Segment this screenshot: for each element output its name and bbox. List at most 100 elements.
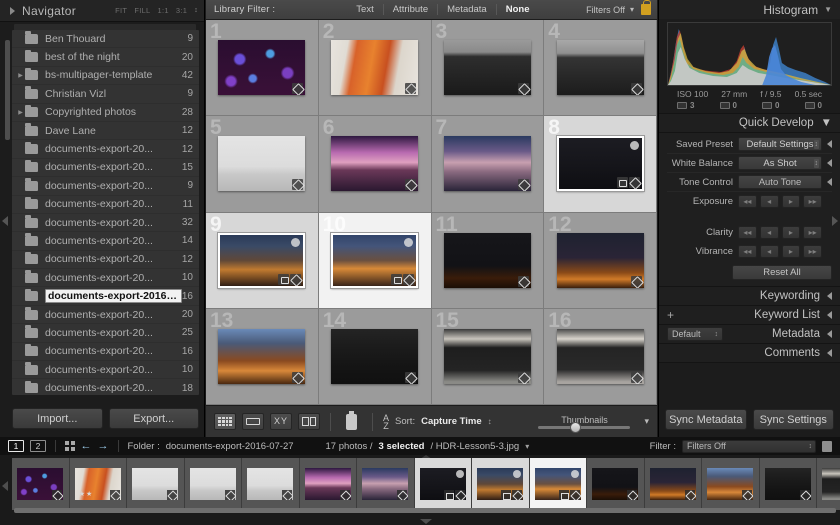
exposure-inc[interactable]: ▸ [782, 195, 801, 208]
collapse-left-panel-icon[interactable] [2, 216, 8, 226]
filmstrip-thumbnail[interactable] [650, 468, 696, 500]
page-1-button[interactable]: 1 [8, 440, 24, 452]
filmstrip-row[interactable]: ★★ [12, 458, 840, 510]
thumbnail[interactable] [557, 329, 644, 384]
develop-badge-icon[interactable] [340, 490, 350, 500]
filmstrip-thumbnail[interactable] [132, 468, 178, 500]
develop-badge-icon[interactable] [455, 490, 465, 500]
page-2-button[interactable]: 2 [30, 440, 46, 452]
develop-badge-icon[interactable] [405, 83, 416, 94]
grid-cell[interactable]: 8 [544, 116, 657, 212]
collapse-right-panel-icon[interactable] [832, 216, 838, 226]
compare-view-icon[interactable]: XY [270, 413, 292, 430]
vibrance-dec-big[interactable]: ◂◂ [738, 245, 757, 258]
filename-dropdown-icon[interactable]: ▾ [525, 442, 529, 451]
crop-badge-icon[interactable] [501, 490, 511, 500]
thumbnail[interactable] [218, 329, 305, 384]
sync-settings-button[interactable]: Sync Settings [753, 409, 835, 430]
filmstrip-thumbnail[interactable] [420, 468, 466, 500]
develop-badge-icon[interactable] [631, 83, 642, 94]
chevron-right-icon[interactable] [10, 7, 15, 15]
auto-tone-button[interactable]: Auto Tone [738, 175, 822, 189]
stepper-icon-wb[interactable]: ↕ [814, 159, 820, 168]
develop-badge-icon[interactable] [110, 490, 120, 500]
crop-badge-icon[interactable] [391, 274, 402, 285]
develop-badge-icon[interactable] [518, 276, 529, 287]
filmstrip-cell[interactable] [357, 458, 415, 510]
filter-lock-icon[interactable] [822, 441, 832, 452]
chevron-down-icon-qd[interactable]: ▼ [821, 117, 832, 129]
vibrance-steppers[interactable]: ◂◂ ◂ ▸ ▸▸ [738, 245, 822, 258]
filmstrip-cell[interactable] [242, 458, 300, 510]
metadata-header[interactable]: Default ↕ Metadata [659, 324, 840, 343]
filter-tab-metadata[interactable]: Metadata [437, 4, 496, 15]
thumbnail[interactable] [557, 233, 644, 288]
filmstrip-cell[interactable] [587, 458, 645, 510]
filmstrip-scrollbar[interactable] [14, 508, 836, 513]
clarity-inc[interactable]: ▸ [782, 226, 801, 239]
thumbnail[interactable] [331, 233, 418, 288]
filter-tab-text[interactable]: Text [347, 4, 382, 15]
collapse-tone-icon[interactable] [827, 178, 832, 186]
filter-tab-attribute[interactable]: Attribute [383, 4, 437, 15]
grid-cell[interactable]: 12 [544, 213, 657, 309]
filmstrip-thumbnail[interactable] [190, 468, 236, 500]
clarity-inc-big[interactable]: ▸▸ [803, 226, 822, 239]
develop-badge-icon[interactable] [292, 179, 303, 190]
develop-badge-icon[interactable] [512, 490, 522, 500]
grid-cell[interactable]: 13 [206, 309, 319, 405]
metadata-preset-dropdown[interactable]: Default ↕ [667, 327, 723, 341]
filmstrip-cell[interactable]: ★★ [70, 458, 128, 510]
clarity-steppers[interactable]: ◂◂ ◂ ▸ ▸▸ [738, 226, 822, 239]
filmstrip-cell[interactable] [127, 458, 185, 510]
filter-dropdown[interactable]: Filters Off ↕ [682, 440, 816, 453]
filmstrip-cell[interactable] [415, 458, 473, 510]
zoom-3-1[interactable]: 3:1 [176, 6, 187, 15]
add-keyword-icon[interactable]: + [667, 308, 674, 322]
develop-badge-icon[interactable] [631, 372, 642, 383]
metadata-stepper-icon[interactable]: ↕ [715, 331, 719, 338]
filters-off-label[interactable]: Filters Off [586, 5, 625, 15]
filmstrip-thumbnail[interactable] [707, 468, 753, 500]
flag-circle-icon[interactable] [291, 238, 300, 247]
filmstrip-collapse-icon[interactable] [420, 519, 432, 524]
sort-value[interactable]: Capture Time [421, 416, 482, 427]
navigator-header[interactable]: Navigator FIT FILL 1:1 3:1 ↕ [0, 0, 204, 22]
folder-row[interactable]: documents-export-20...25 [12, 324, 199, 342]
folder-row[interactable]: documents-export-20...9 [12, 177, 199, 195]
lock-icon[interactable] [641, 4, 651, 15]
exposure-dec-big[interactable]: ◂◂ [738, 195, 757, 208]
thumbnail[interactable] [218, 136, 305, 191]
develop-badge-icon[interactable] [292, 372, 303, 383]
folder-row[interactable]: documents-export-2016-05-0616 [12, 287, 199, 305]
grid-view-icon[interactable] [214, 413, 236, 430]
grid-cell[interactable]: 4 [544, 20, 657, 116]
develop-badge-icon[interactable] [52, 490, 62, 500]
grid-cell[interactable]: 15 [432, 309, 545, 405]
develop-badge-icon[interactable] [282, 490, 292, 500]
develop-badge-icon[interactable] [405, 179, 416, 190]
grid-cell[interactable]: 9 [206, 213, 319, 309]
develop-badge-icon[interactable] [518, 179, 529, 190]
develop-badge-icon[interactable] [742, 490, 752, 500]
collapse-metadata-icon[interactable] [827, 330, 832, 338]
vibrance-inc[interactable]: ▸ [782, 245, 801, 258]
develop-badge-icon[interactable] [631, 276, 642, 287]
grid-cell[interactable]: 3 [432, 20, 545, 116]
star-rating[interactable]: ★★ [79, 490, 94, 498]
crop-badge-icon[interactable] [617, 177, 628, 188]
histogram-graph[interactable] [667, 22, 832, 86]
folder-row[interactable]: Christian Vizl9 [12, 85, 199, 103]
collapse-comments-icon[interactable] [827, 349, 832, 357]
folder-row[interactable]: Ben Thouard9 [12, 30, 199, 48]
folder-disclosure-icon[interactable]: ▶ [16, 109, 25, 116]
navigator-zoom-levels[interactable]: FIT FILL 1:1 3:1 ↕ [115, 6, 198, 15]
crop-badge-icon[interactable] [444, 490, 454, 500]
forward-arrow-icon[interactable]: → [98, 441, 109, 452]
vibrance-dec[interactable]: ◂ [760, 245, 779, 258]
filmstrip-cell[interactable] [472, 458, 530, 510]
filmstrip-thumbnail[interactable] [477, 468, 523, 500]
filmstrip-thumbnail[interactable] [247, 468, 293, 500]
collapse-keywording-icon[interactable] [827, 292, 832, 300]
grid-cell[interactable]: 7 [432, 116, 545, 212]
